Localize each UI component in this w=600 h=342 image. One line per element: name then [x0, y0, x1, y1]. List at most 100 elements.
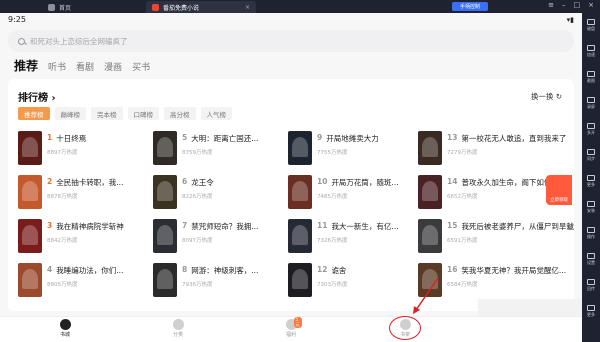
sidebar-item-4[interactable]: 多开	[584, 123, 598, 136]
search-input[interactable]	[30, 36, 330, 46]
book-rank: 3	[47, 221, 53, 230]
nav-comics[interactable]: 漫画	[104, 60, 122, 73]
book-info: 8 网游：神级刺客，... 7936万热度	[182, 263, 258, 301]
chip-completed[interactable]: 完本榜	[91, 107, 123, 120]
sidebar-item-11[interactable]: 更多	[584, 305, 598, 318]
bottom-nav-welfare[interactable]: 5元 福利	[271, 317, 311, 338]
book-rank: 1	[47, 133, 53, 142]
book-cover	[288, 131, 312, 165]
book-item[interactable]: 11 我大一新生，有亿... 7326万热度	[288, 219, 423, 257]
minimize-icon[interactable]: –	[562, 1, 566, 9]
maximize-icon[interactable]: □	[574, 1, 581, 9]
book-rank: 13	[447, 133, 458, 142]
multi-instance-icon	[587, 123, 595, 129]
book-info: 4 我睡编功法，你们... 8805万热度	[47, 263, 123, 301]
settings-icon	[587, 253, 595, 259]
nav-recommend[interactable]: 推荐	[14, 57, 38, 74]
book-info: 6 龙王令 8226万热度	[182, 175, 214, 213]
bottom-nav-category[interactable]: 分类	[158, 319, 198, 338]
book-title: 诡舍	[331, 266, 347, 275]
book-rank: 4	[47, 265, 53, 274]
book-heat: 7303万热度	[317, 282, 348, 288]
sidebar-item-0[interactable]: 键盘	[584, 19, 598, 32]
book-item[interactable]: 15 我死后被老婆养尸，从僵尸到旱魃 6591万热度	[418, 219, 574, 257]
book-info: 1 十日终焉 8897万热度	[47, 131, 86, 169]
book-item[interactable]: 6 龙王令 8226万热度	[153, 175, 288, 213]
sidebar-item-2[interactable]: 截图	[584, 71, 598, 84]
book-item[interactable]: 14 普攻永久加生命，阁下如何应对 6652万热度	[418, 175, 566, 213]
book-rank: 14	[447, 177, 458, 186]
book-item[interactable]: 13 第一校花无人敢追，直到我来了 7279万热度	[418, 131, 566, 169]
sidebar-item-5[interactable]: 同步	[584, 149, 598, 162]
chip-recommend[interactable]: 推荐榜	[18, 107, 50, 120]
ranking-title[interactable]: 排行榜 ›	[18, 89, 56, 104]
search-bar[interactable]	[8, 30, 574, 52]
chip-reputation[interactable]: 口碑榜	[127, 107, 159, 120]
sidebar-item-10[interactable]: 回传	[584, 279, 598, 292]
sidebar-item-3[interactable]: 录屏	[584, 97, 598, 110]
book-rank: 9	[317, 133, 323, 142]
book-item[interactable]: 4 我睡编功法，你们... 8805万热度	[18, 263, 153, 301]
book-item[interactable]: 2 全民抽卡转职，我... 8878万热度	[18, 175, 153, 213]
book-item[interactable]: 3 我在精神病院学斩神 8842万热度	[18, 219, 153, 257]
chip-peak[interactable]: 巅峰榜	[54, 107, 86, 120]
annotation-arrow	[413, 277, 439, 314]
chip-popular[interactable]: 人气榜	[200, 107, 232, 120]
book-item[interactable]: 7 禁咒师短命？我拥... 8097万热度	[153, 219, 288, 257]
sidebar-item-1[interactable]: 加速	[584, 45, 598, 58]
book-item[interactable]: 1 十日终焉 8897万热度	[18, 131, 153, 169]
window-controls: ≡ – □ ×	[548, 1, 594, 9]
book-heat: 7485万热度	[317, 194, 348, 200]
book-info: 12 诡舍 7303万热度	[317, 263, 348, 301]
bottom-nav: 书城 分类 5元 福利 书架	[0, 316, 582, 342]
screenshot-icon	[587, 71, 595, 77]
nav-drama[interactable]: 看剧	[76, 60, 94, 73]
book-title: 禁咒师短命？我拥...	[191, 222, 259, 231]
book-item[interactable]: 5 大明：距离亡国还... 8759万热度	[153, 131, 288, 169]
book-item[interactable]: 8 网游：神级刺客，... 7936万热度	[153, 263, 288, 301]
book-title-line: 2 全民抽卡转职，我...	[47, 177, 123, 188]
book-title-line: 13 第一校花无人敢追，直到我来了	[447, 133, 566, 144]
book-title: 笑我华夏无神？我开局觉醒亿...	[461, 266, 567, 275]
book-info: 2 全民抽卡转职，我... 8878万热度	[47, 175, 123, 213]
book-rank: 7	[182, 221, 188, 230]
chip-high-score[interactable]: 高分榜	[164, 107, 196, 120]
tab-app[interactable]: 番茄免费小说 ×	[146, 1, 256, 13]
book-heat: 7936万热度	[182, 282, 213, 288]
nav-buy-books[interactable]: 买书	[132, 60, 150, 73]
book-heat: 8897万热度	[47, 150, 78, 156]
nav-audiobook[interactable]: 听书	[48, 60, 66, 73]
book-cover	[418, 131, 442, 165]
book-heat: 8097万热度	[182, 238, 213, 244]
home-tab-icon	[48, 3, 55, 11]
book-title-line: 15 我死后被老婆养尸，从僵尸到旱魃	[447, 221, 574, 232]
tab-home[interactable]: 首页	[42, 1, 116, 13]
book-title-line: 5 大明：距离亡国还...	[182, 133, 258, 144]
sidebar-item-8[interactable]: 操作	[584, 227, 598, 240]
book-rank: 12	[317, 265, 328, 274]
close-icon[interactable]: ×	[588, 1, 594, 9]
book-title: 开局地摊卖大力	[326, 134, 379, 143]
control-button[interactable]: 手柄控制	[452, 2, 488, 11]
book-info: 15 我死后被老婆养尸，从僵尸到旱魃 6591万热度	[447, 219, 574, 257]
sidebar-item-7[interactable]: 安装	[584, 201, 598, 214]
book-item[interactable]: 10 开局万花筒，随斑... 7485万热度	[288, 175, 423, 213]
back-icon	[587, 279, 595, 285]
book-cover	[18, 175, 42, 209]
swap-button[interactable]: 换一换 ↻	[531, 91, 562, 102]
close-tab-icon[interactable]: ×	[245, 4, 250, 11]
operation-icon	[587, 227, 595, 233]
book-info: 13 第一校花无人敢追，直到我来了 7279万热度	[447, 131, 566, 169]
book-cover	[153, 175, 177, 209]
menu-icon[interactable]: ≡	[548, 1, 554, 9]
sidebar-item-9[interactable]: 设置	[584, 253, 598, 266]
book-item[interactable]: 9 开局地摊卖大力 7755万热度	[288, 131, 423, 169]
speed-icon	[587, 45, 595, 51]
welfare-icon: 5元	[285, 317, 302, 330]
book-item[interactable]: 12 诡舍 7303万热度	[288, 263, 423, 301]
category-icon	[172, 319, 184, 330]
bottom-nav-bookstore[interactable]: 书城	[45, 319, 85, 338]
sidebar-item-6[interactable]: 更多	[584, 175, 598, 188]
book-cover	[153, 219, 177, 253]
book-cover	[418, 175, 442, 209]
